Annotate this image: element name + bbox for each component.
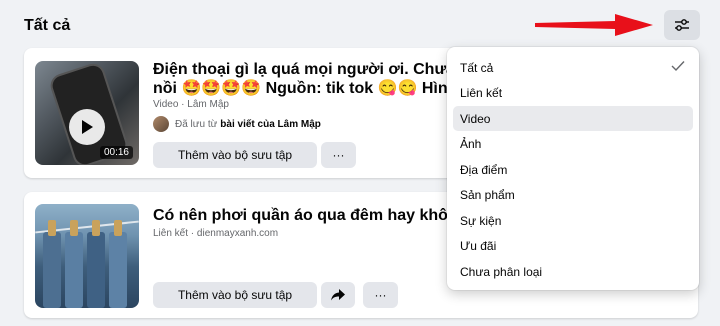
menu-item-label: Chưa phân loại: [460, 264, 543, 279]
jeans-image: [87, 232, 105, 308]
video-thumbnail[interactable]: 00:16: [35, 61, 139, 165]
video-duration: 00:16: [99, 146, 133, 159]
menu-item-label: Liên kết: [460, 85, 503, 100]
post-meta: Video · Lâm Mập: [153, 99, 229, 110]
menu-item-places[interactable]: Địa điểm: [453, 157, 693, 182]
menu-item-label: Sản phẩm: [460, 187, 515, 202]
jeans-image: [109, 232, 127, 308]
saved-source-link[interactable]: bài viết của Lâm Mập: [220, 119, 321, 130]
menu-item-photos[interactable]: Ảnh: [453, 131, 693, 156]
menu-item-label: Tất cả: [460, 60, 494, 75]
menu-item-events[interactable]: Sự kiện: [453, 208, 693, 233]
more-options-button[interactable]: ···: [363, 282, 398, 308]
add-to-collection-button[interactable]: Thêm vào bộ sưu tập: [153, 142, 317, 168]
filter-button[interactable]: [664, 10, 700, 40]
post-title[interactable]: Điện thoại gì lạ quá mọi người ơi. Chưa …: [153, 60, 473, 100]
jeans-image: [43, 232, 61, 308]
sliders-icon: [675, 19, 689, 31]
red-arrow-annotation: [535, 14, 653, 36]
clothespin: [48, 220, 56, 236]
share-icon: [331, 289, 345, 301]
page-header: Tất cả: [0, 0, 720, 40]
menu-item-offers[interactable]: Ưu đãi: [453, 233, 693, 258]
filter-dropdown-menu: Tất cả Liên kết Video Ảnh Địa điểm Sản p…: [447, 47, 699, 290]
checkmark-icon: [671, 61, 685, 72]
menu-item-products[interactable]: Sản phẩm: [453, 182, 693, 207]
page-title: Tất cả: [24, 17, 71, 34]
more-options-button[interactable]: ···: [321, 142, 356, 168]
menu-item-uncategorized[interactable]: Chưa phân loại: [453, 259, 693, 284]
share-button[interactable]: [321, 282, 355, 308]
link-thumbnail[interactable]: [35, 204, 139, 308]
menu-item-label: Sự kiện: [460, 213, 502, 228]
jeans-image: [65, 232, 83, 308]
saved-from: Đã lưu từ bài viết của Lâm Mập: [153, 116, 321, 132]
menu-item-all[interactable]: Tất cả: [453, 55, 693, 80]
menu-item-label: Ưu đãi: [460, 238, 497, 253]
menu-item-label: Địa điểm: [460, 162, 508, 177]
post-meta: Liên kết · dienmayxanh.com: [153, 228, 279, 239]
menu-item-label: Video: [460, 111, 491, 126]
saved-prefix: Đã lưu từ: [175, 118, 218, 130]
post-title-line: nồi 🤩🤩🤩🤩 Nguồn: tik tok 😋😋 Hình: [153, 80, 458, 97]
menu-item-links[interactable]: Liên kết: [453, 80, 693, 105]
clothespin: [114, 220, 122, 236]
post-title[interactable]: Có nên phơi quần áo qua đêm hay không?: [153, 206, 473, 225]
post-title-line: Điện thoại gì lạ quá mọi người ơi. Chưa …: [153, 61, 473, 78]
clothespin: [92, 220, 100, 236]
play-icon[interactable]: [69, 109, 105, 145]
clothespin: [70, 220, 78, 236]
avatar: [153, 116, 169, 132]
add-to-collection-button[interactable]: Thêm vào bộ sưu tập: [153, 282, 317, 308]
menu-item-label: Ảnh: [460, 136, 482, 151]
menu-item-video[interactable]: Video: [453, 106, 693, 131]
